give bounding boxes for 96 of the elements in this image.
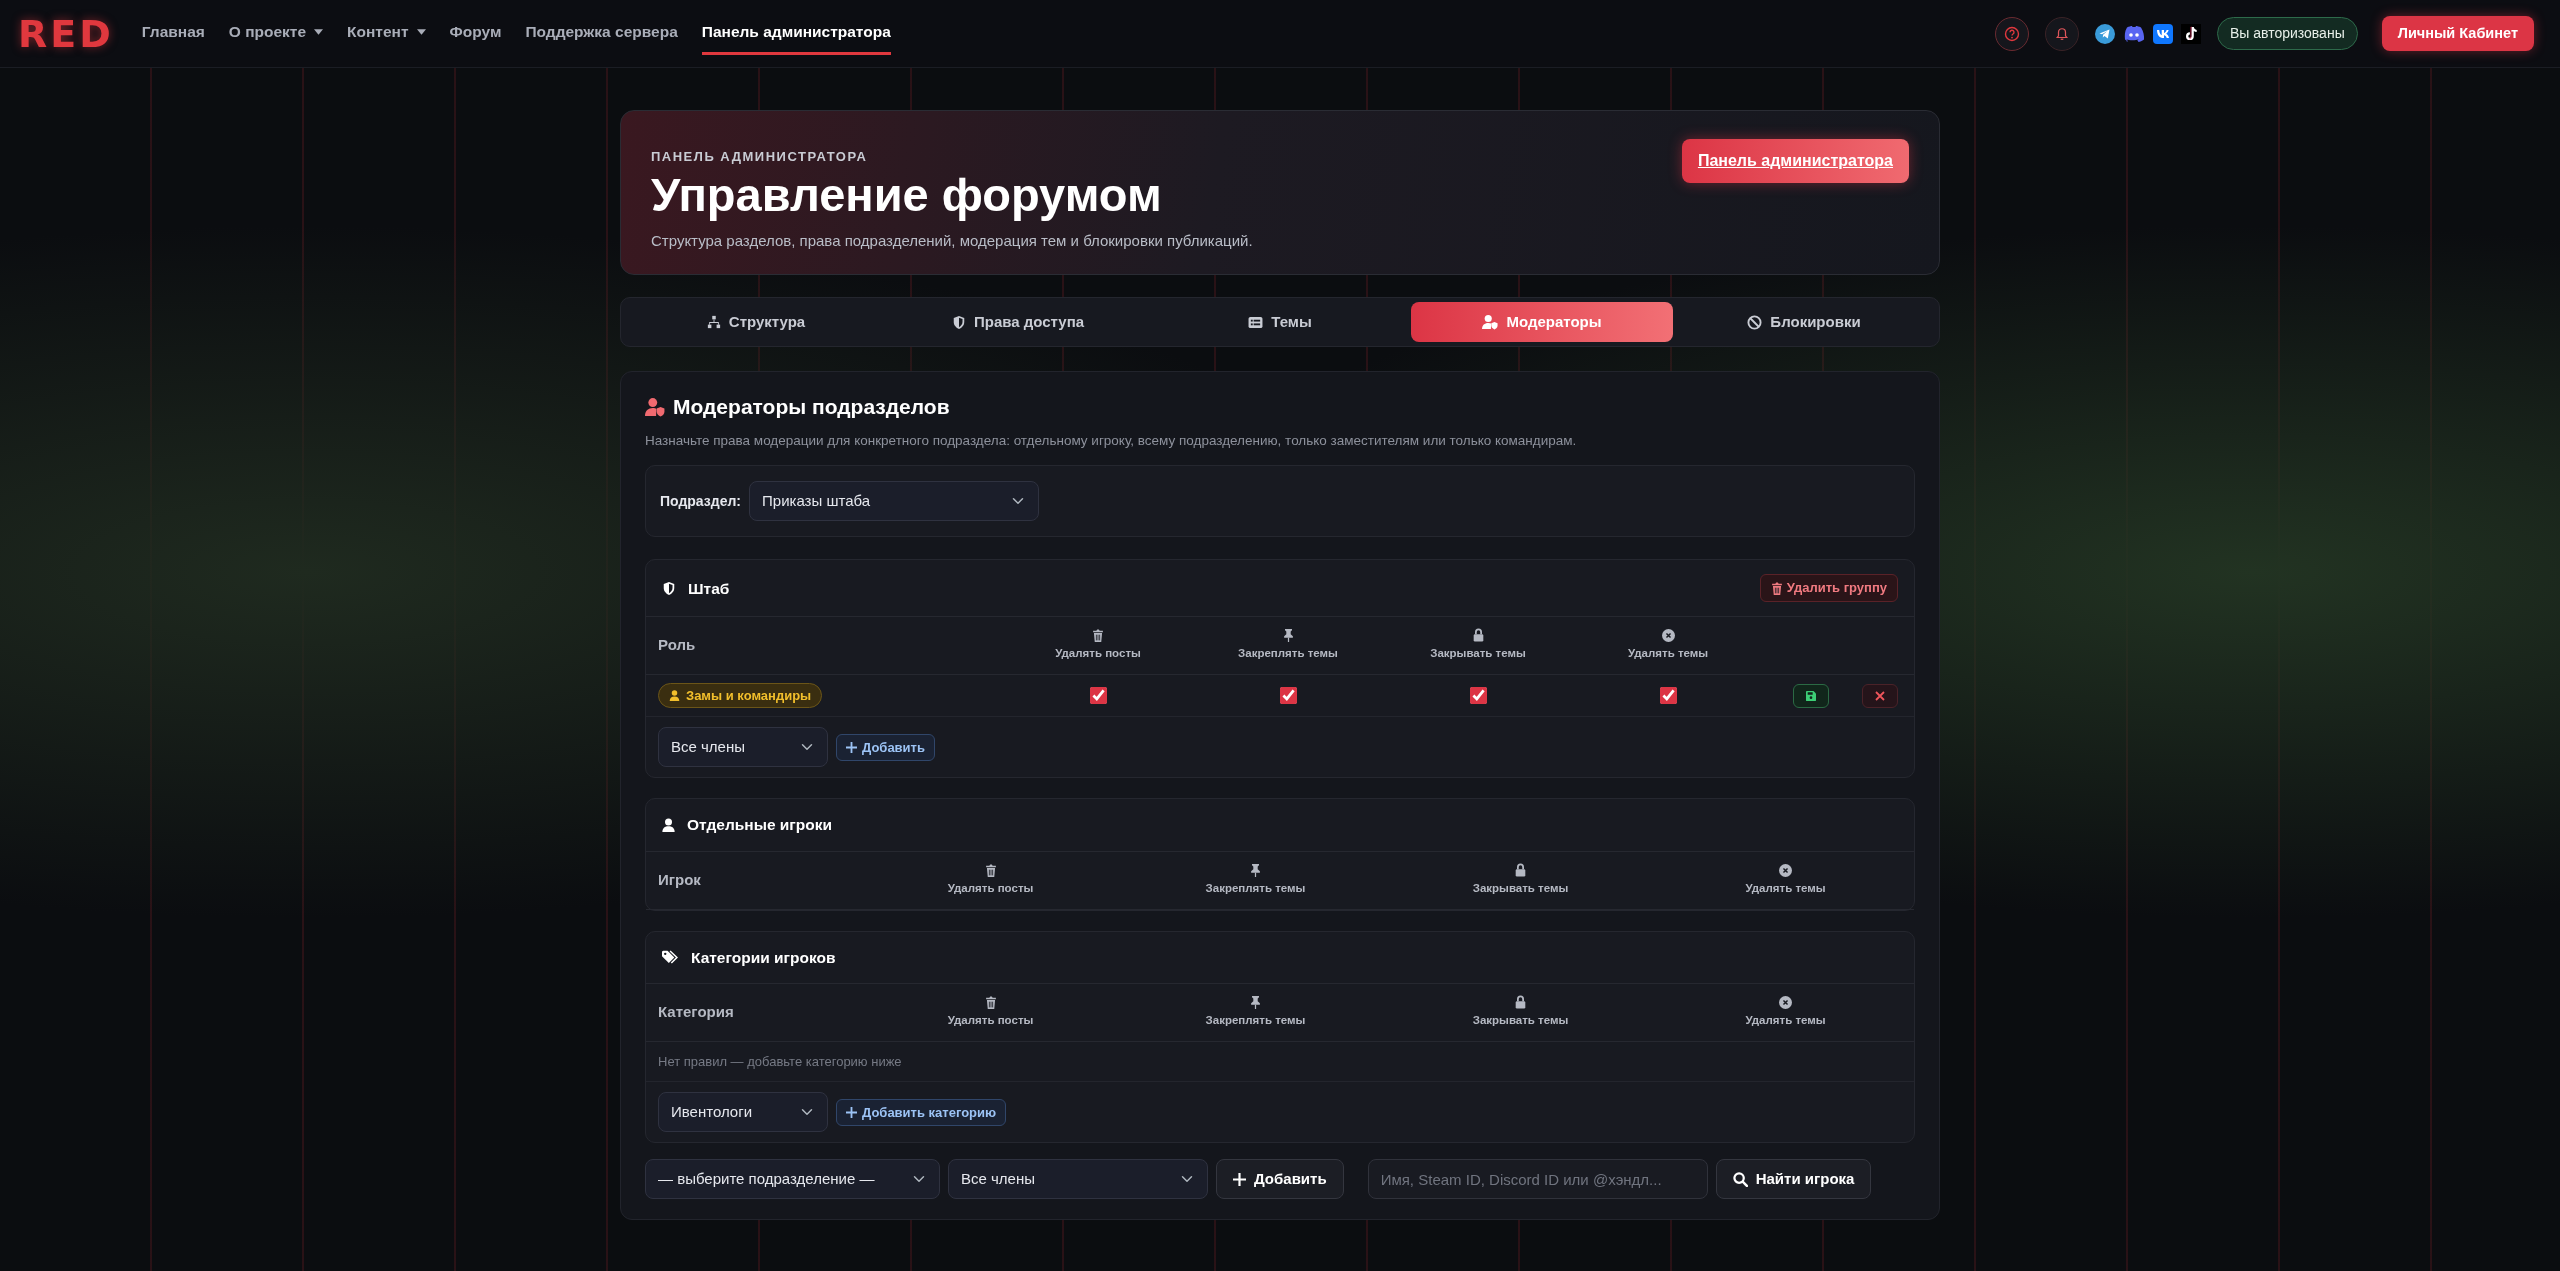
column-header: Удалять темы — [1745, 880, 1826, 896]
pushpin-icon — [1282, 628, 1294, 643]
role-badge: Замы и командиры — [658, 682, 823, 709]
close-icon — [1875, 690, 1885, 701]
auth-status-badge: Вы авторизованы — [2216, 17, 2358, 50]
question-icon — [2003, 25, 2020, 42]
x-circle-icon — [1779, 995, 1792, 1009]
search-field[interactable]: Имя, Steam ID, Discord ID или @хэндл... — [1367, 1159, 1708, 1200]
permission-checkbox[interactable] — [1469, 687, 1487, 705]
find-player-button[interactable]: Найти игрока — [1715, 1159, 1872, 1200]
trash-icon — [984, 995, 997, 1009]
plus-icon — [846, 741, 857, 753]
personal-cabinet-button[interactable]: Личный Кабинет — [2381, 15, 2534, 52]
tab[interactable]: Блокировки — [1673, 302, 1935, 342]
help-button[interactable] — [1994, 16, 2029, 51]
paper-plane-icon[interactable] — [2094, 23, 2115, 44]
column-header: Игрок — [658, 869, 702, 890]
member-select[interactable]: Все члены — [658, 727, 828, 768]
shield-icon — [951, 314, 966, 330]
remove-button[interactable] — [1862, 683, 1898, 708]
column-header: Закрывать темы — [1472, 1013, 1569, 1029]
add-button[interactable]: Добавить категорию — [836, 1098, 1007, 1127]
column-header: Удалять темы — [1745, 1012, 1826, 1028]
column-header: Роль — [658, 635, 697, 656]
column-header: Удалять посты — [947, 1012, 1034, 1028]
column-header: Удалять посты — [947, 880, 1034, 896]
lock-icon — [1515, 863, 1526, 878]
tab[interactable]: Права доступа — [887, 302, 1149, 342]
user-icon — [669, 690, 680, 702]
save-button[interactable] — [1792, 683, 1829, 708]
nav-link[interactable]: Панель администратора — [701, 12, 891, 55]
lock-icon — [1472, 628, 1484, 643]
column-header: Закреплять темы — [1205, 881, 1306, 897]
pushpin-icon — [1250, 995, 1261, 1010]
music-note-icon[interactable] — [2180, 23, 2201, 44]
members-select[interactable]: Все члены — [948, 1159, 1208, 1200]
x-circle-icon — [1779, 863, 1792, 877]
column-header: Закрывать темы — [1472, 881, 1569, 897]
add-button[interactable]: Добавить — [836, 733, 935, 762]
column-header: Закреплять темы — [1238, 646, 1338, 662]
user-shield-icon — [1482, 314, 1499, 330]
admin-panel-button[interactable]: Панель администратора — [1681, 139, 1909, 183]
nav-link[interactable]: Контент — [347, 12, 426, 55]
empty-state-text: Нет правил — добавьте категорию ниже — [646, 1041, 1914, 1083]
column-header: Закреплять темы — [1205, 1013, 1306, 1029]
group-title: Штаб — [688, 578, 730, 599]
x-circle-icon — [1661, 628, 1675, 642]
search-icon — [1732, 1171, 1748, 1187]
permission-checkbox[interactable] — [1279, 687, 1297, 705]
section-description: Назначьте права модерации для конкретного подраздела: отдельному игроку, всему подразделению, только заместителям или только командирам. — [645, 432, 1578, 451]
column-header: Удалять посты — [1055, 645, 1141, 661]
field-label: Подраздел: — [660, 491, 741, 511]
delete-group-button[interactable]: Удалить группу — [1759, 574, 1898, 602]
column-header: Закрывать темы — [1430, 646, 1526, 662]
game-controller-icon[interactable] — [2122, 24, 2145, 43]
page-subtitle: Структура разделов, права подразделений, модерация тем и блокировки публикаций. — [651, 231, 1253, 252]
nav-link[interactable]: О проекте — [228, 12, 324, 55]
nav-link[interactable]: Поддержка сервера — [525, 12, 678, 55]
trash-icon — [1770, 581, 1783, 595]
user-shield-icon — [645, 396, 665, 417]
logo[interactable]: RED — [18, 14, 114, 53]
bell-icon — [2054, 26, 2069, 41]
list-card-icon — [1248, 315, 1264, 329]
permission-checkbox[interactable] — [1659, 687, 1677, 705]
ban-icon — [1747, 314, 1763, 330]
plus-icon — [846, 1106, 857, 1118]
nav-link[interactable]: Главная — [141, 12, 205, 55]
section-title: Модераторы подразделов — [673, 394, 950, 420]
trash-icon — [1092, 628, 1104, 642]
nav-link[interactable]: Форум — [449, 12, 502, 55]
column-header: Удалять темы — [1627, 645, 1709, 661]
user-icon — [662, 818, 675, 833]
subdivision-select[interactable]: — выберите подразделение — — [645, 1159, 940, 1200]
caret-icon — [314, 29, 324, 35]
page-title: Управление форумом — [651, 168, 1163, 221]
permission-checkbox[interactable] — [1089, 687, 1107, 705]
shield-icon — [662, 580, 676, 596]
tab[interactable]: Темы — [1149, 302, 1411, 342]
caret-icon — [416, 29, 426, 35]
sitemap-icon — [706, 315, 721, 329]
trash-icon — [984, 863, 997, 877]
rounded-square-icon[interactable] — [2152, 23, 2173, 44]
pushpin-icon — [1250, 863, 1261, 878]
column-header: Категория — [658, 1002, 735, 1023]
add-button[interactable]: Добавить — [1216, 1159, 1344, 1200]
plus-icon — [1233, 1172, 1246, 1186]
tab[interactable]: Модераторы — [1411, 302, 1673, 342]
notifications-button[interactable] — [2044, 16, 2079, 51]
tags-icon — [662, 950, 679, 965]
tab[interactable]: Структура — [625, 302, 887, 342]
group-title: Отдельные игроки — [687, 815, 832, 836]
lock-icon — [1515, 995, 1526, 1010]
group-title: Категории игроков — [691, 947, 836, 968]
eyebrow-label: ПАНЕЛЬ АДМИНИСТРАТОРА — [651, 148, 869, 166]
member-select[interactable]: Ивентологи — [658, 1092, 828, 1133]
subdivision-select[interactable]: Приказы штаба — [749, 481, 1039, 522]
